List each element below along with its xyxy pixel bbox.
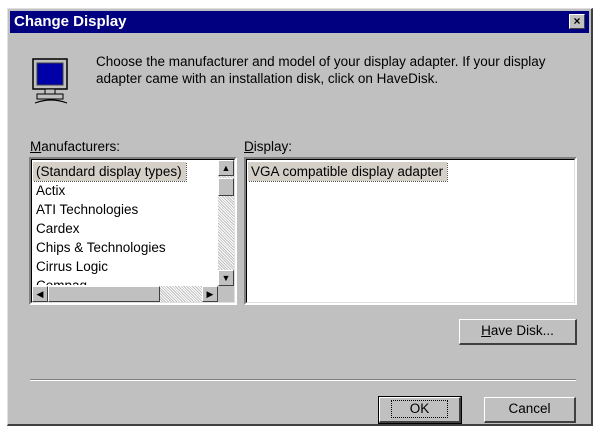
arrow-down-icon: ▼ (221, 273, 231, 283)
display-listbox[interactable]: VGA compatible display adapter (244, 157, 577, 305)
close-icon: × (573, 14, 581, 28)
scroll-up-button[interactable]: ▲ (218, 160, 234, 176)
change-display-dialog: Change Display × Choose the manufacturer… (7, 8, 593, 426)
arrow-up-icon: ▲ (221, 163, 231, 173)
manufacturers-list: (Standard display types) Actix ATI Techn… (33, 162, 217, 285)
scrollbar-corner (218, 286, 234, 302)
manufacturers-listbox[interactable]: (Standard display types) Actix ATI Techn… (29, 157, 237, 305)
separator (30, 379, 576, 381)
ok-button[interactable]: OK (378, 396, 462, 424)
manufacturers-horizontal-scrollbar[interactable]: ◀ ▶ (32, 286, 218, 302)
scroll-left-button[interactable]: ◀ (32, 286, 48, 302)
scroll-thumb[interactable] (218, 178, 234, 196)
scroll-right-button[interactable]: ▶ (202, 286, 218, 302)
arrow-left-icon: ◀ (36, 289, 44, 299)
list-item-manufacturer[interactable]: Cardex (33, 219, 217, 238)
window-title: Change Display (14, 13, 127, 30)
list-item-manufacturer[interactable]: Chips & Technologies (33, 238, 217, 257)
scroll-down-button[interactable]: ▼ (218, 270, 234, 286)
display-list: VGA compatible display adapter (248, 162, 573, 301)
list-item-display[interactable]: VGA compatible display adapter (248, 162, 449, 182)
manufacturers-vertical-scrollbar[interactable]: ▲ ▼ (218, 160, 234, 286)
cancel-button[interactable]: Cancel (484, 397, 576, 423)
manufacturers-label: Manufacturers: (30, 139, 121, 154)
have-disk-button[interactable]: Have Disk... (459, 319, 577, 345)
display-label: Display: (244, 139, 293, 154)
horizontal-scroll-thumb[interactable] (48, 286, 160, 302)
title-bar[interactable]: Change Display × (10, 11, 589, 33)
list-item-manufacturer[interactable]: Actix (33, 181, 217, 200)
list-item-manufacturer[interactable]: (Standard display types) (33, 162, 187, 182)
list-item-manufacturer[interactable]: ATI Technologies (33, 200, 217, 219)
instructions-text: Choose the manufacturer and model of you… (96, 54, 546, 86)
list-item-manufacturer[interactable]: Compaq (33, 276, 217, 285)
arrow-right-icon: ▶ (206, 289, 214, 299)
list-item-manufacturer[interactable]: Cirrus Logic (33, 257, 217, 276)
monitor-icon (32, 58, 68, 104)
close-button[interactable]: × (569, 14, 585, 29)
